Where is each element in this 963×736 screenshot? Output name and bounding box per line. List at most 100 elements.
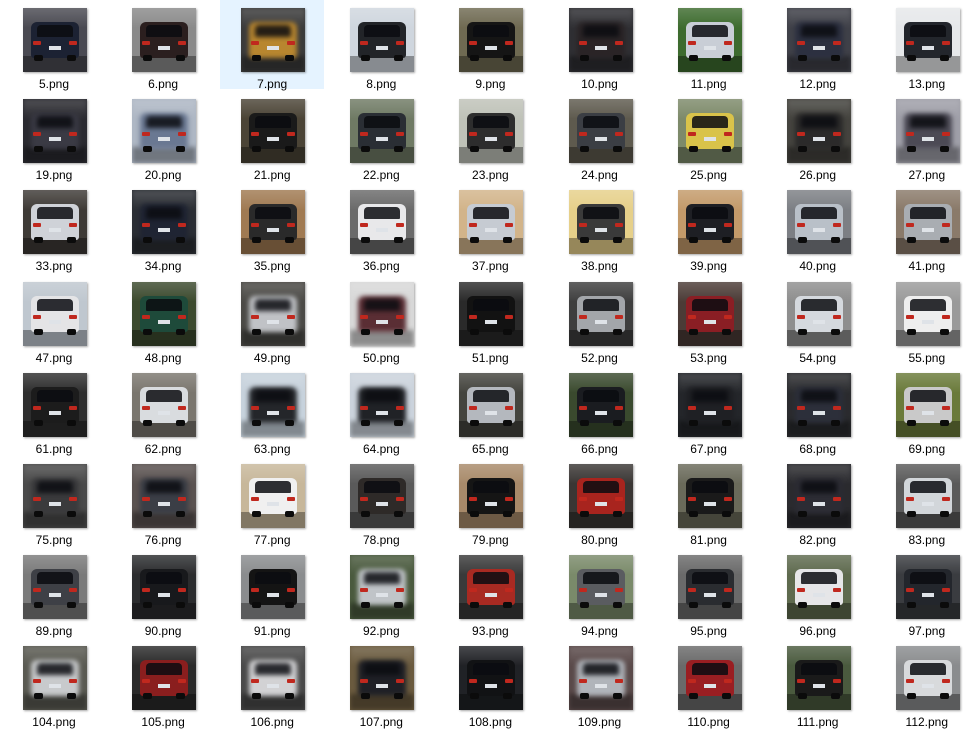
image-thumbnail[interactable] [132,281,197,346]
file-item[interactable]: 22.png [329,91,433,182]
image-thumbnail[interactable] [786,8,851,72]
file-item[interactable]: 62.png [111,365,215,456]
image-thumbnail[interactable] [568,281,633,346]
file-item[interactable]: 37.png [438,182,542,273]
image-thumbnail[interactable] [132,8,197,72]
image-thumbnail[interactable] [241,464,306,528]
file-item[interactable]: 38.png [548,182,652,273]
file-item[interactable]: 109.png [548,638,652,729]
image-thumbnail[interactable] [350,8,415,72]
image-thumbnail[interactable] [895,99,960,164]
image-thumbnail[interactable] [23,464,87,528]
file-item[interactable]: 6.png [111,0,215,91]
file-item[interactable]: 107.png [329,638,433,729]
image-thumbnail[interactable] [23,555,87,620]
file-item[interactable]: 54.png [766,274,870,365]
image-thumbnail[interactable] [895,190,960,255]
image-thumbnail[interactable] [568,464,633,528]
file-item[interactable]: 19.png [2,91,106,182]
image-thumbnail[interactable] [895,464,960,528]
file-item[interactable]: 77.png [220,456,324,547]
file-item[interactable]: 61.png [2,365,106,456]
image-thumbnail[interactable] [677,464,742,528]
image-thumbnail[interactable] [23,281,87,346]
file-item[interactable]: 49.png [220,274,324,365]
file-item[interactable]: 64.png [329,365,433,456]
file-item[interactable]: 47.png [2,274,106,365]
file-item[interactable]: 25.png [657,91,761,182]
file-item[interactable]: 106.png [220,638,324,729]
file-item[interactable]: 63.png [220,365,324,456]
file-item[interactable]: 5.png [2,0,106,91]
file-item[interactable]: 12.png [766,0,870,91]
file-item[interactable]: 10.png [548,0,652,91]
file-item[interactable]: 41.png [875,182,963,273]
file-item[interactable]: 104.png [2,638,106,729]
image-thumbnail[interactable] [786,646,851,711]
image-thumbnail[interactable] [568,8,633,72]
image-thumbnail[interactable] [677,8,742,72]
image-thumbnail[interactable] [350,190,415,255]
image-thumbnail[interactable] [241,190,306,255]
file-item[interactable]: 69.png [875,365,963,456]
file-item[interactable]: 111.png [766,638,870,729]
image-thumbnail[interactable] [895,646,960,711]
file-item[interactable]: 90.png [111,547,215,638]
file-item[interactable]: 110.png [657,638,761,729]
image-thumbnail[interactable] [132,99,197,164]
file-item[interactable]: 75.png [2,456,106,547]
image-thumbnail[interactable] [568,190,633,255]
image-thumbnail[interactable] [677,190,742,255]
image-thumbnail[interactable] [132,555,197,620]
file-item[interactable]: 68.png [766,365,870,456]
file-item[interactable]: 79.png [438,456,542,547]
image-thumbnail[interactable] [677,555,742,620]
image-thumbnail[interactable] [786,464,851,528]
file-item[interactable]: 9.png [438,0,542,91]
image-thumbnail[interactable] [23,99,87,164]
file-item[interactable]: 40.png [766,182,870,273]
image-thumbnail[interactable] [132,190,197,255]
file-item[interactable]: 97.png [875,547,963,638]
file-item[interactable]: 34.png [111,182,215,273]
file-item[interactable]: 83.png [875,456,963,547]
image-thumbnail[interactable] [350,281,415,346]
file-item[interactable]: 81.png [657,456,761,547]
file-item[interactable]: 39.png [657,182,761,273]
image-thumbnail[interactable] [786,555,851,620]
file-item[interactable]: 91.png [220,547,324,638]
file-item[interactable]: 108.png [438,638,542,729]
image-thumbnail[interactable] [350,464,415,528]
image-thumbnail[interactable] [459,646,524,711]
file-item[interactable]: 24.png [548,91,652,182]
file-item[interactable]: 8.png [329,0,433,91]
file-item[interactable]: 51.png [438,274,542,365]
image-thumbnail[interactable] [568,372,633,437]
image-thumbnail[interactable] [459,555,524,620]
image-thumbnail[interactable] [895,281,960,346]
image-thumbnail[interactable] [677,281,742,346]
image-thumbnail[interactable] [23,8,87,72]
image-thumbnail[interactable] [568,555,633,620]
image-thumbnail[interactable] [786,281,851,346]
image-thumbnail[interactable] [677,372,742,437]
file-item[interactable]: 20.png [111,91,215,182]
file-item[interactable]: 82.png [766,456,870,547]
file-item[interactable]: 48.png [111,274,215,365]
file-item[interactable]: 105.png [111,638,215,729]
file-item[interactable]: 33.png [2,182,106,273]
file-item[interactable]: 92.png [329,547,433,638]
file-item[interactable]: 50.png [329,274,433,365]
image-thumbnail[interactable] [23,190,87,255]
file-item[interactable]: 78.png [329,456,433,547]
image-thumbnail[interactable] [241,99,306,164]
image-thumbnail[interactable] [241,646,306,711]
image-thumbnail[interactable] [241,372,306,437]
image-thumbnail[interactable] [350,99,415,164]
file-item[interactable]: 76.png [111,456,215,547]
image-thumbnail[interactable] [459,8,524,72]
image-thumbnail[interactable] [459,99,524,164]
file-item[interactable]: 36.png [329,182,433,273]
image-thumbnail[interactable] [459,464,524,528]
file-item[interactable]: 53.png [657,274,761,365]
